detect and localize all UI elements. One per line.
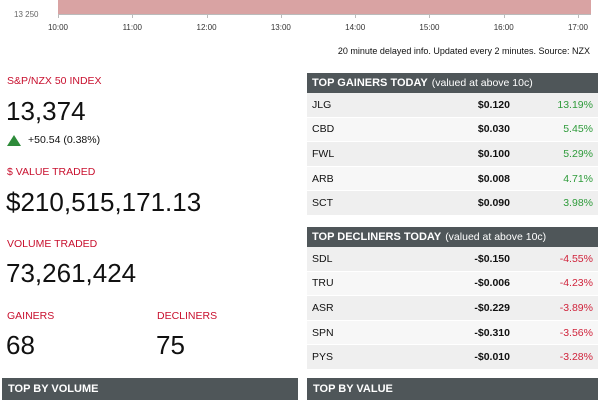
stock-code: SPN: [312, 326, 334, 339]
table-row[interactable]: TRU -$0.006 -4.23%: [307, 271, 598, 297]
x-tick-mark: [58, 14, 59, 18]
price-change: -$0.006: [474, 277, 510, 290]
stock-code: ASR: [312, 301, 334, 314]
stock-code: FWL: [312, 147, 335, 160]
x-tick-mark: [503, 14, 505, 18]
x-tick-label: 16:00: [493, 23, 514, 32]
stock-code: ARB: [312, 172, 334, 185]
index-change: +50.54 (0.38%): [7, 134, 100, 146]
x-tick-mark: [280, 14, 282, 18]
price-change: $0.090: [477, 197, 510, 210]
x-tick-mark: [132, 14, 134, 18]
table-row[interactable]: SPN -$0.310 -3.56%: [307, 320, 598, 346]
table-row[interactable]: FWL $0.100 5.29%: [307, 142, 598, 167]
percent-change: 4.71%: [563, 172, 593, 185]
x-tick-label: 17:00: [567, 23, 589, 32]
top-gainers-header: TOP GAINERS TODAY (valued at above 10c): [307, 73, 598, 93]
index-value: 13,374: [6, 96, 86, 126]
stock-code: JLG: [312, 98, 332, 111]
top-decliners-title: TOP DECLINERS TODAY: [312, 231, 442, 243]
top-gainers-title: TOP GAINERS TODAY: [312, 77, 428, 89]
table-row[interactable]: ASR -$0.229 -3.89%: [307, 296, 598, 321]
decliners-value: 75: [156, 330, 185, 360]
x-tick-label: 10:00: [47, 23, 69, 32]
x-tick-mark: [355, 14, 357, 18]
x-tick-label: 13:00: [270, 23, 291, 32]
table-row[interactable]: CBD $0.030 5.45%: [307, 117, 598, 143]
price-change: $0.030: [477, 123, 510, 136]
volume-traded-value: 73,261,424: [6, 258, 137, 288]
x-tick-mark: [429, 14, 431, 18]
price-change: -$0.229: [474, 301, 510, 314]
percent-change: 5.29%: [563, 147, 593, 160]
y-axis-label: 13 250: [14, 10, 39, 19]
top-by-value-header: TOP BY VALUE: [307, 378, 598, 400]
value-traded-value: $210,515,171.13: [6, 187, 202, 217]
stock-code: SCT: [312, 197, 333, 210]
gainers-label: GAINERS: [7, 310, 55, 322]
top-gainers-subtitle: (valued at above 10c): [431, 77, 533, 89]
percent-change: 5.45%: [563, 123, 593, 136]
percent-change: -4.23%: [559, 277, 593, 290]
index-label: S&P/NZX 50 INDEX: [7, 75, 102, 87]
table-row[interactable]: ARB $0.008 4.71%: [307, 166, 598, 192]
stock-code: SDL: [312, 252, 333, 265]
top-by-volume-header: TOP BY VOLUME: [2, 378, 298, 400]
x-axis-line: [58, 14, 591, 15]
table-row[interactable]: PYS -$0.010 -3.28%: [307, 345, 598, 370]
price-change: $0.100: [477, 147, 510, 160]
stock-code: TRU: [312, 277, 334, 290]
volume-traded-label: VOLUME TRADED: [7, 238, 98, 250]
index-change-text: +50.54 (0.38%): [28, 134, 101, 146]
x-tick-label: 14:00: [345, 23, 366, 32]
top-decliners-panel: TOP DECLINERS TODAY (valued at above 10c…: [307, 227, 598, 370]
index-intraday-chart: 13 250 10:00 11:00 12:00 13:00 14:00 15:00 16:…: [0, 0, 600, 40]
percent-change: 13.19%: [557, 98, 593, 111]
stock-code: PYS: [312, 351, 334, 364]
decliners-label: DECLINERS: [157, 310, 218, 322]
delay-note: 20 minute delayed info. Updated every 2 …: [337, 46, 590, 56]
price-change: -$0.310: [474, 326, 510, 339]
x-tick-label: 15:00: [419, 23, 440, 32]
table-row[interactable]: JLG $0.120 13.19%: [307, 93, 598, 118]
price-change: -$0.010: [474, 351, 510, 364]
price-change: $0.008: [477, 172, 510, 185]
percent-change: -3.89%: [559, 301, 593, 314]
x-tick-label: 11:00: [122, 23, 142, 32]
percent-change: -4.55%: [559, 252, 593, 265]
top-decliners-subtitle: (valued at above 10c): [445, 231, 547, 243]
value-traded-label: $ VALUE TRADED: [7, 166, 96, 178]
x-tick-mark: [578, 14, 579, 18]
stock-code: CBD: [312, 123, 335, 136]
chart-area-fill: [58, 0, 591, 14]
price-change: $0.120: [477, 98, 510, 111]
table-row[interactable]: SDL -$0.150 -4.55%: [307, 247, 598, 272]
x-tick-label: 12:00: [196, 23, 217, 32]
percent-change: -3.28%: [559, 351, 593, 364]
top-decliners-header: TOP DECLINERS TODAY (valued at above 10c…: [307, 227, 598, 247]
x-tick-mark: [206, 14, 208, 18]
gainers-value: 68: [6, 330, 35, 360]
top-gainers-panel: TOP GAINERS TODAY (valued at above 10c) …: [307, 73, 598, 216]
table-row[interactable]: SCT $0.090 3.98%: [307, 191, 598, 216]
percent-change: 3.98%: [563, 197, 593, 210]
price-change: -$0.150: [474, 252, 510, 265]
percent-change: -3.56%: [559, 326, 593, 339]
triangle-up-icon: [7, 134, 21, 146]
